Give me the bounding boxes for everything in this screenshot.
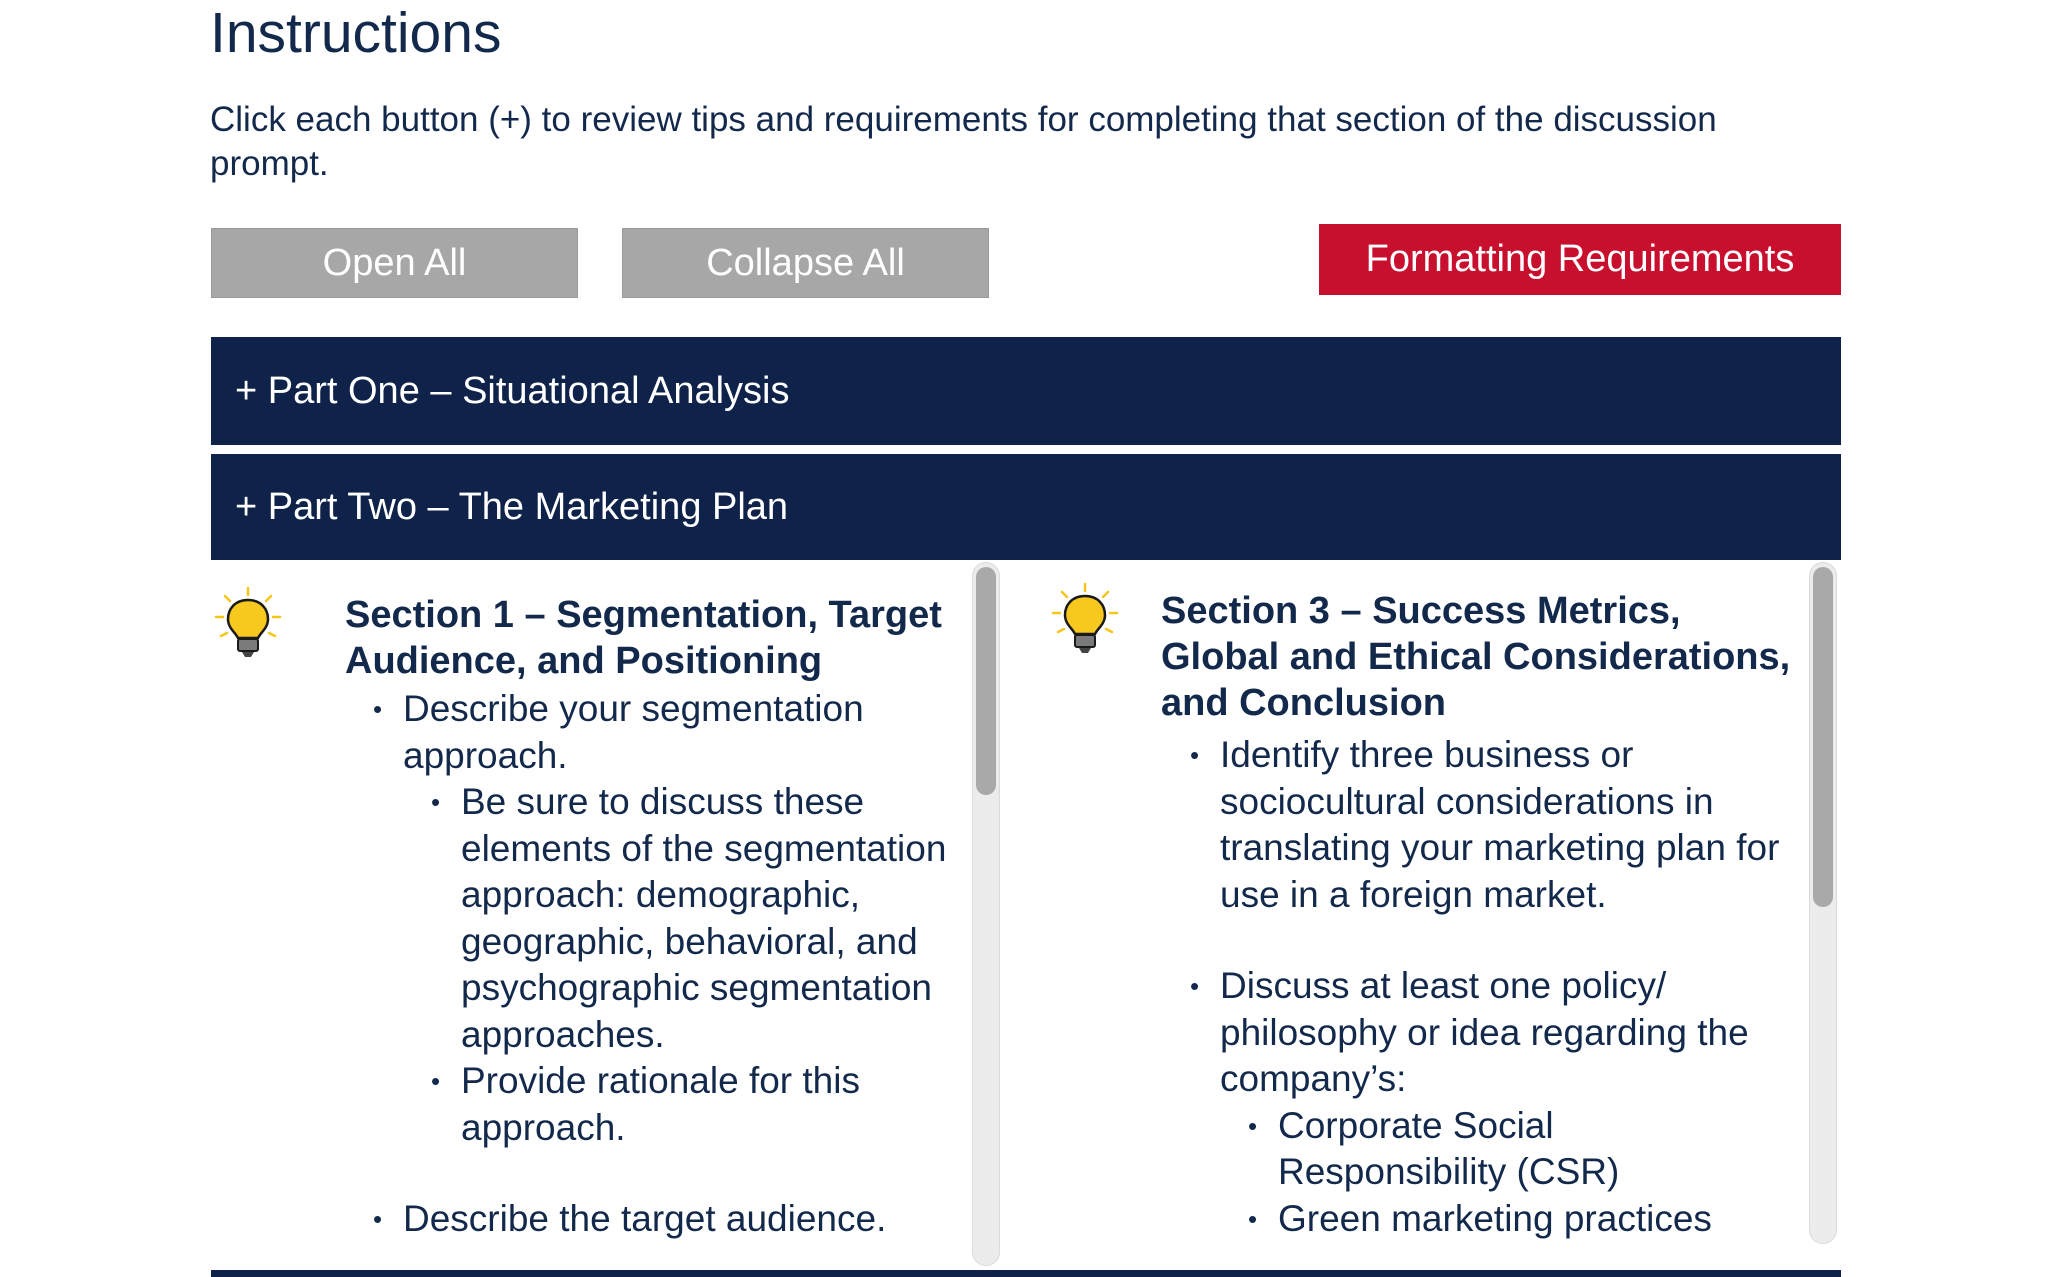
section-3-list: Identify three business or sociocultural…	[1190, 732, 1790, 1243]
scrollbar-thumb[interactable]	[976, 567, 996, 795]
section-1-scrollbar[interactable]	[972, 562, 1000, 1266]
section-3-scrollbar[interactable]	[1809, 562, 1837, 1244]
collapse-all-button[interactable]: Collapse All	[622, 228, 989, 298]
section-1-panel: Section 1 – Segmentation, Target Audienc…	[211, 562, 971, 1266]
open-all-button[interactable]: Open All	[211, 228, 578, 298]
list-item: Provide rationale for this approach.	[431, 1058, 963, 1151]
section-3-title: Section 3 – Success Metrics, Global and …	[1161, 590, 1791, 724]
bottom-divider	[211, 1270, 1841, 1277]
section-1-list: Describe your segmentation approach. Be …	[373, 686, 963, 1243]
accordion-part-two[interactable]: + Part Two – The Marketing Plan	[211, 454, 1841, 560]
instructions-text: Click each button (+) to review tips and…	[210, 100, 1717, 183]
formatting-requirements-button[interactable]: Formatting Requirements	[1319, 224, 1841, 295]
list-item: Corporate Social Responsibility (CSR)	[1248, 1103, 1790, 1196]
list-item: Green marketing practices	[1248, 1196, 1790, 1243]
scrollbar-thumb[interactable]	[1813, 567, 1833, 907]
lightbulb-icon	[214, 586, 282, 657]
accordion-part-one[interactable]: + Part One – Situational Analysis	[211, 337, 1841, 445]
accordion-part-two-label: + Part Two – The Marketing Plan	[235, 485, 789, 528]
page-title: Instructions	[210, 1, 502, 65]
lightbulb-icon	[1051, 582, 1119, 653]
accordion-part-one-label: + Part One – Situational Analysis	[235, 369, 790, 412]
list-item: Be sure to discuss these elements of the…	[431, 779, 963, 1058]
list-item: Identify three business or sociocultural…	[1190, 732, 1790, 918]
list-item: Discuss at least one policy/ philosophy …	[1190, 963, 1790, 1103]
list-item: Describe the target audience.	[373, 1196, 963, 1243]
section-1-title: Section 1 – Segmentation, Target Audienc…	[345, 594, 942, 682]
list-item: Describe your segmentation approach.	[373, 686, 963, 779]
section-3-panel: Section 3 – Success Metrics, Global and …	[1048, 562, 1804, 1266]
